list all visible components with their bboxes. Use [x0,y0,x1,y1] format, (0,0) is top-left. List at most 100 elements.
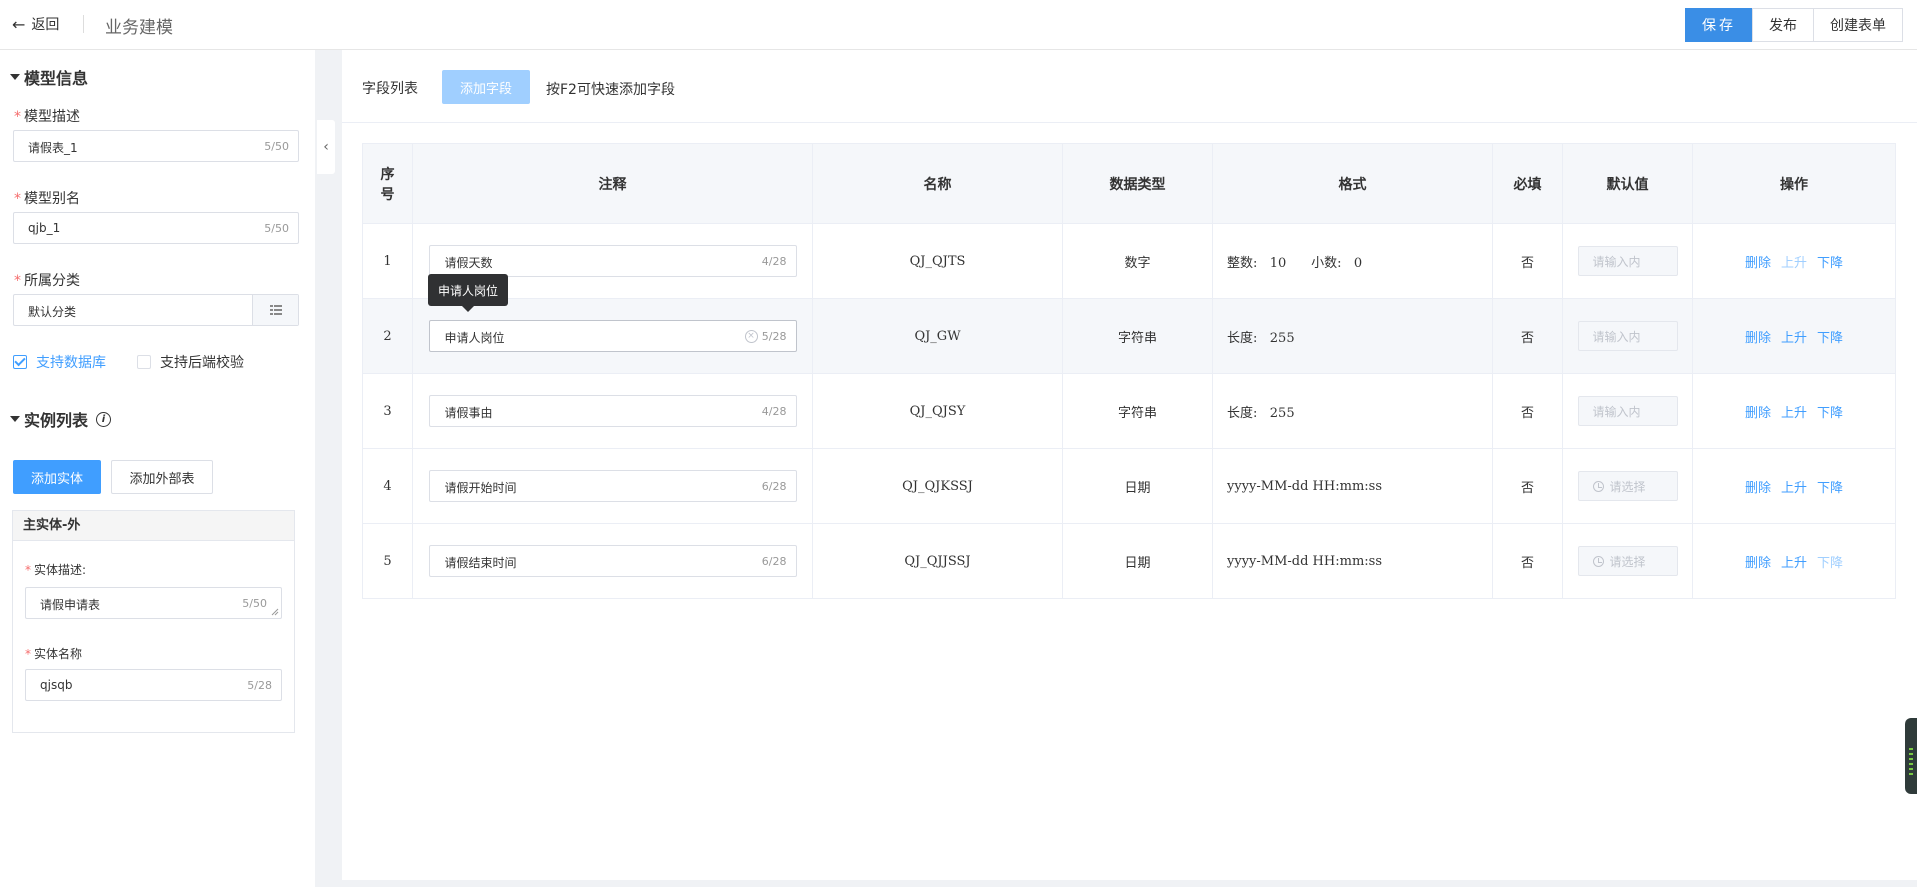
model-info-title: 模型信息 [24,69,89,88]
default-input[interactable]: 请输入内 [1577,396,1678,426]
entity-desc-label: * 实体描述: [25,563,87,577]
entity-desc-input[interactable]: 请假申请表 5/50 [25,587,282,619]
comment-value: 请假事由 [444,406,493,420]
column-header-actions: 操作 [1692,143,1896,224]
model-info-toggle[interactable]: 模型信息 [10,65,88,89]
table-row: 3 请假事由 4/28 QJ_QJSY 字符串 长度: 255 否 请输入内 删除 上升 下降 [362,373,1896,449]
default-input[interactable]: 请选择 [1577,471,1678,501]
add-entity-button[interactable]: 添加实体 [13,460,101,494]
instances-toggle[interactable]: 实例列表 i [10,407,112,431]
resize-handle-icon[interactable] [271,608,279,616]
delete-link[interactable]: 删除 [1745,327,1771,346]
add-external-table-button[interactable]: 添加外部表 [111,460,213,494]
publish-button[interactable]: 发布 [1752,8,1814,42]
move-up-link[interactable]: 上升 [1781,552,1807,571]
comment-value: 申请人岗位 [444,331,505,345]
comment-cell: 请假事由 4/28 [412,373,813,449]
entity-desc-value: 请假申请表 [40,598,101,612]
back-button[interactable]: ← 返回 [12,14,59,34]
comment-count: 6/28 [761,555,787,568]
category-select[interactable]: 默认分类 [13,294,299,326]
model-alias-input[interactable]: qjb_1 5/50 [13,212,299,244]
side-widget[interactable] [1905,718,1917,794]
format: 整数: 10 小数: 0 [1212,223,1493,299]
checkbox-icon[interactable] [137,355,151,369]
clock-icon [1592,555,1604,567]
tooltip: 申请人岗位 [428,274,508,312]
left-panel: 模型信息 * 模型描述 请假表_1 5/50 * 模型别名 qjb_1 5/50 *… [0,50,315,887]
collapse-panel-button[interactable]: ‹ [317,120,335,174]
column-header-type: 数据类型 [1062,143,1213,224]
support-db-label: 支持数据库 [36,355,106,371]
panel-splitter[interactable] [315,50,342,887]
field-list-title: 字段列表 [362,81,418,97]
row-index: 4 [362,448,413,524]
row-index: 5 [362,523,413,599]
data-type: 数字 [1062,223,1213,299]
default-input[interactable]: 请输入内 [1577,321,1678,351]
move-up-link[interactable]: 上升 [1781,252,1807,271]
column-header-name: 名称 [812,143,1063,224]
move-up-link[interactable]: 上升 [1781,327,1807,346]
entity-name-input[interactable]: qjsqb 5/28 [25,669,282,701]
entity-name-value: qjsqb [40,678,73,692]
move-up-link[interactable]: 上升 [1781,402,1807,421]
top-bar: ← 返回 业务建模 保存 发布 创建表单 [0,0,1917,50]
table-row: 4 请假开始时间 6/28 QJ_QJKSSJ 日期 yyyy-MM-dd HH:mm:s… [362,448,1896,524]
delete-link[interactable]: 删除 [1745,252,1771,271]
create-form-button[interactable]: 创建表单 [1813,8,1903,42]
chevron-left-icon: ‹ [323,139,329,155]
delete-link[interactable]: 删除 [1745,477,1771,496]
category-label: * 所属分类 [14,273,80,289]
clear-icon[interactable]: × [744,330,758,343]
category-value: 默认分类 [28,305,77,319]
model-desc-count: 5/50 [264,140,289,153]
actions-cell: 删除 上升 下降 [1692,373,1896,449]
move-up-link[interactable]: 上升 [1781,477,1807,496]
add-field-button[interactable]: 添加字段 [442,70,530,104]
support-backend-checkbox[interactable]: 支持后端校验 [137,352,244,372]
table-header-row: 序号 注释 名称 数据类型 格式 必填 默认值 操作 [362,143,1896,224]
delete-link[interactable]: 删除 [1745,552,1771,571]
default-cell: 请选择 [1562,448,1693,524]
column-header-required: 必填 [1492,143,1563,224]
model-alias-value: qjb_1 [28,221,61,235]
info-icon[interactable]: i [96,411,112,427]
model-desc-input[interactable]: 请假表_1 5/50 [13,130,299,162]
comment-input[interactable]: 请假天数 4/28 [428,245,797,277]
required-value: 否 [1492,448,1563,524]
support-backend-label: 支持后端校验 [160,355,244,371]
move-down-link[interactable]: 下降 [1817,552,1843,571]
comment-input[interactable]: 申请人岗位 × 5/28 [428,320,797,352]
default-placeholder: 请输入内 [1592,404,1641,419]
default-input[interactable]: 请选择 [1577,546,1678,576]
header-actions: 保存 发布 创建表单 [1685,8,1903,42]
move-down-link[interactable]: 下降 [1817,252,1843,271]
comment-input[interactable]: 请假结束时间 6/28 [428,545,797,577]
comment-input[interactable]: 请假开始时间 6/28 [428,470,797,502]
move-down-link[interactable]: 下降 [1817,402,1843,421]
delete-link[interactable]: 删除 [1745,402,1771,421]
comment-count: 6/28 [761,480,787,493]
data-type: 日期 [1062,523,1213,599]
format: yyyy-MM-dd HH:mm:ss [1212,448,1493,524]
comment-value: 请假开始时间 [444,481,517,495]
default-input[interactable]: 请输入内 [1577,246,1678,276]
table-row: 2 申请人岗位 × 5/28 QJ_GW 字符串 长度: 255 否 请输入内 删除 上升 下降 [362,298,1896,374]
move-down-link[interactable]: 下降 [1817,327,1843,346]
row-index: 1 [362,223,413,299]
move-down-link[interactable]: 下降 [1817,477,1843,496]
column-header-default: 默认值 [1562,143,1693,224]
support-db-checkbox[interactable]: 支持数据库 [13,352,106,372]
save-button[interactable]: 保存 [1685,8,1753,42]
comment-input[interactable]: 请假事由 4/28 [428,395,797,427]
caret-down-icon [10,416,20,422]
format: yyyy-MM-dd HH:mm:ss [1212,523,1493,599]
clock-icon [1592,480,1604,492]
field-list-card: 字段列表 添加字段 按F2可快速添加字段 序号 注释 名称 数据类型 格式 必填… [342,50,1917,880]
comment-value: 请假结束时间 [444,556,517,570]
checkbox-checked-icon[interactable] [13,355,27,369]
field-name: QJ_QJSY [812,373,1063,449]
model-desc-label: * 模型描述 [14,109,80,125]
list-icon[interactable] [252,295,298,325]
